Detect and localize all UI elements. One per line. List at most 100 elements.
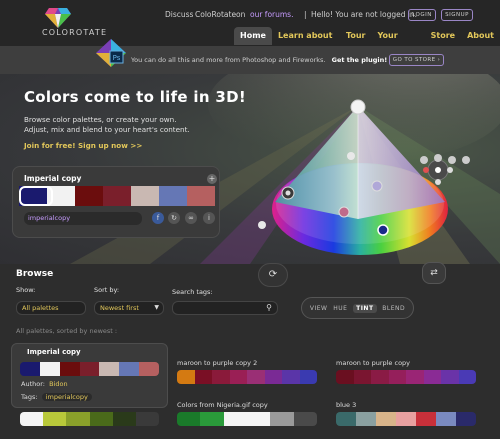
result-name-5[interactable]: Colors from Nigeria.gif copy	[177, 401, 268, 409]
rotate-icon[interactable]: ⟳	[258, 263, 288, 287]
info-icon[interactable]: i	[203, 212, 215, 224]
result1-swatch	[59, 362, 80, 376]
swatch-6[interactable]	[159, 186, 187, 206]
active-palette-name: Imperial copy	[24, 174, 82, 183]
share-icon[interactable]: ↻	[168, 212, 180, 224]
svg-text:Ps: Ps	[113, 54, 121, 62]
result6-swatch	[376, 412, 396, 426]
mode-view[interactable]: VIEW	[310, 305, 328, 312]
result5-swatch	[246, 412, 271, 426]
login-button[interactable]: LOGIN	[408, 9, 436, 21]
tab-tour[interactable]: Tour	[340, 27, 372, 45]
view-mode-bar: VIEW HUE TINT BLEND	[301, 297, 414, 319]
tab-about[interactable]: About	[461, 27, 500, 45]
show-select-value: All palettes	[22, 304, 59, 312]
browse-heading: Browse	[16, 269, 54, 279]
tags-label: Tags:	[21, 393, 38, 401]
result-strip-6[interactable]	[336, 412, 476, 426]
result1-swatch	[139, 362, 159, 376]
result1-swatch	[39, 362, 60, 376]
login-status: Hello! You are not logged in.	[311, 10, 418, 19]
settings-icon[interactable]: ⇄	[422, 262, 446, 284]
result4-swatch	[66, 412, 90, 426]
result3-swatch	[336, 370, 354, 384]
result-strip-1[interactable]	[20, 362, 159, 376]
result4-swatch	[89, 412, 113, 426]
result2-swatch	[194, 370, 212, 384]
go-to-store-button[interactable]: GO TO STORE ›	[389, 54, 444, 66]
mode-hue[interactable]: HUE	[333, 305, 347, 312]
result-strip-2[interactable]	[177, 370, 317, 384]
result5-swatch	[293, 412, 317, 426]
result2-swatch	[264, 370, 282, 384]
tab-learn-about-color[interactable]: Learn about color	[272, 27, 340, 58]
result-strip-5[interactable]	[177, 412, 317, 426]
tab-store[interactable]: Store	[425, 27, 461, 45]
result6-swatch	[396, 412, 416, 426]
hero-title: Colors come to life in 3D!	[24, 88, 247, 106]
tab-your-account[interactable]: Your account	[371, 27, 424, 58]
link-icon[interactable]: ∞	[185, 212, 197, 224]
result-strip-4[interactable]	[20, 412, 159, 426]
tag-link[interactable]: imperialcopy	[41, 393, 92, 401]
plugin-text: You can do all this and more from Photos…	[131, 56, 326, 64]
facebook-icon[interactable]: f	[152, 212, 164, 224]
author-line: Author: Bidon	[21, 380, 68, 388]
result-name-2[interactable]: maroon to purple copy 2	[177, 359, 257, 367]
search-icon[interactable]: ⚲	[266, 303, 272, 312]
result5-swatch	[223, 412, 247, 426]
result1-swatch	[99, 362, 120, 376]
result3-swatch	[353, 370, 371, 384]
expand-plus-icon[interactable]: +	[207, 174, 217, 184]
app-name: ColoRotate	[195, 10, 237, 19]
author-label: Author:	[21, 380, 45, 388]
author-link[interactable]: Bidon	[49, 380, 68, 388]
join-link[interactable]: Join for free! Sign up now >>	[24, 141, 142, 150]
result1-swatch	[119, 362, 140, 376]
result2-swatch	[247, 370, 265, 384]
search-tags-input[interactable]: ⚲	[172, 301, 278, 315]
result3-swatch	[406, 370, 424, 384]
swatch-5[interactable]	[131, 186, 159, 206]
chevron-down-icon: ▼	[154, 304, 159, 311]
result6-swatch	[356, 412, 376, 426]
photoshop-plugin-icon[interactable]: Ps	[96, 39, 126, 67]
plugin-cta[interactable]: Get the plugin!	[332, 56, 388, 64]
result-name-1[interactable]: Imperial copy	[27, 348, 81, 356]
result4-swatch	[135, 412, 159, 426]
result6-swatch	[436, 412, 456, 426]
result3-swatch	[441, 370, 459, 384]
palette-tag-field[interactable]: imperialcopy	[24, 212, 142, 225]
result3-swatch	[388, 370, 406, 384]
result5-swatch	[200, 412, 224, 426]
show-select[interactable]: All palettes	[16, 301, 86, 315]
result6-swatch	[456, 412, 476, 426]
mode-blend[interactable]: BLEND	[382, 305, 405, 312]
swatch-3[interactable]	[75, 186, 103, 206]
search-tags-label: Search tags:	[172, 288, 213, 296]
sort-select[interactable]: Newest first ▼	[94, 301, 164, 315]
discuss-prefix: Discuss	[165, 10, 194, 19]
show-label: Show:	[16, 286, 36, 294]
result4-swatch	[43, 412, 67, 426]
result-strip-3[interactable]	[336, 370, 476, 384]
swatch-7[interactable]	[187, 186, 215, 206]
logo-text: COLOROTATE	[42, 28, 108, 37]
result2-swatch	[212, 370, 230, 384]
hero-line-2: Adjust, mix and blend to your heart's co…	[24, 125, 190, 134]
result4-swatch	[20, 412, 44, 426]
forums-link[interactable]: our forums.	[250, 10, 293, 19]
result3-swatch	[423, 370, 441, 384]
result2-swatch	[177, 370, 195, 384]
swatch-4[interactable]	[103, 186, 131, 206]
mode-tint[interactable]: TINT	[353, 303, 377, 313]
result-name-3[interactable]: maroon to purple copy	[336, 359, 410, 367]
result1-swatch	[79, 362, 100, 376]
signup-button[interactable]: SIGNUP	[441, 9, 473, 21]
result5-swatch	[177, 412, 201, 426]
result-name-6[interactable]: blue 3	[336, 401, 356, 409]
result2-swatch	[229, 370, 247, 384]
tab-home[interactable]: Home	[234, 27, 272, 45]
hero-line-1: Browse color palettes, or create your ow…	[24, 115, 177, 124]
result6-swatch	[336, 412, 356, 426]
